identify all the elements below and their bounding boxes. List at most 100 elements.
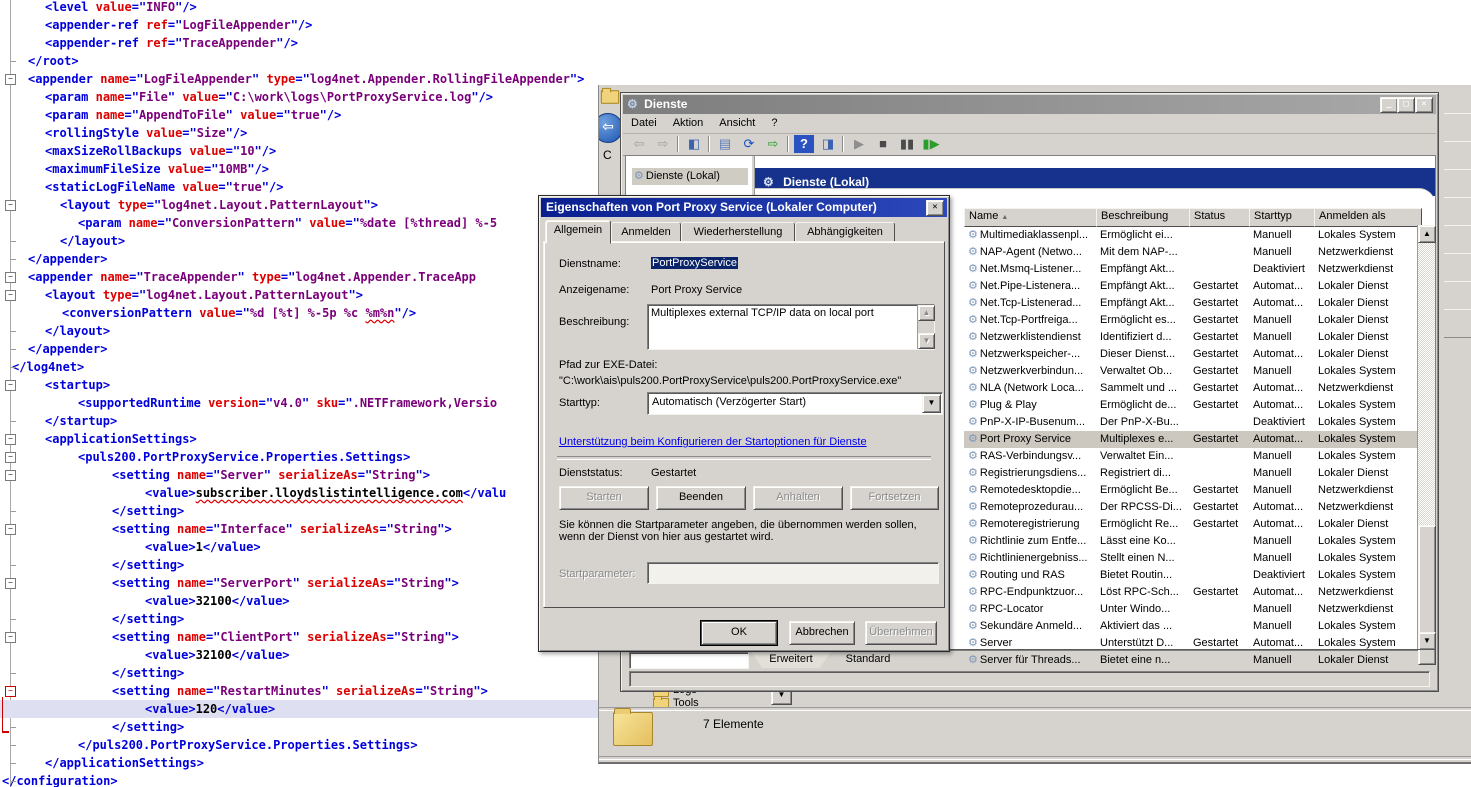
start-service-icon[interactable]: ▶: [849, 135, 869, 153]
table-row[interactable]: ⚙Sekundäre Anmeld...Aktiviert das ...Man…: [964, 618, 1418, 635]
stop-service-icon[interactable]: ■: [873, 135, 893, 153]
abbrechen-button[interactable]: Abbrechen: [789, 621, 855, 645]
table-row[interactable]: ⚙RPC-LocatorUnter Windo...ManuellNetzwer…: [964, 601, 1418, 618]
dialog-titlebar[interactable]: Eigenschaften von Port Proxy Service (Lo…: [541, 198, 947, 217]
menu-item-?[interactable]: ?: [763, 114, 785, 129]
table-cell: Gestartet: [1189, 431, 1249, 448]
scroll-down-icon[interactable]: ▼: [918, 333, 935, 349]
scroll-down-icon[interactable]: ▼: [1418, 632, 1436, 650]
tab-wiederherstellung[interactable]: Wiederherstellung: [681, 222, 795, 243]
restart-service-icon[interactable]: ▮▶: [921, 135, 941, 153]
fold-toggle-icon[interactable]: −: [5, 380, 16, 391]
table-row[interactable]: ⚙Net.Msmq-Listener...Empfängt Akt...Deak…: [964, 261, 1418, 278]
refresh-icon[interactable]: ⟳: [739, 135, 759, 153]
services-window-titlebar[interactable]: ⚙ Dienste _ □ ✕: [623, 95, 1436, 114]
service-gear-icon: ⚙: [968, 382, 978, 394]
tree-item-dienste-lokal[interactable]: ⚙Dienste (Lokal): [632, 168, 748, 185]
fold-toggle-icon[interactable]: −: [5, 434, 16, 445]
table-row[interactable]: ⚙NetzwerklistendienstIdentifiziert d...G…: [964, 329, 1418, 346]
table-cell: ⚙Net.Tcp-Portfreiga...: [964, 312, 1096, 329]
fold-toggle-icon[interactable]: −: [5, 632, 16, 643]
table-cell: Empfängt Akt...: [1096, 278, 1189, 295]
table-row[interactable]: ⚙NAP-Agent (Netwo...Mit dem NAP-...Manue…: [964, 244, 1418, 261]
chevron-down-icon[interactable]: ▼: [922, 394, 941, 413]
table-cell: Manuell: [1249, 601, 1314, 618]
ok-button[interactable]: OK: [701, 621, 777, 645]
show-console-tree-icon[interactable]: ◧: [684, 135, 704, 153]
table-row[interactable]: ⚙Net.Tcp-Listenerad...Empfängt Akt...Ges…: [964, 295, 1418, 312]
table-row[interactable]: ⚙Plug & PlayErmöglicht de...GestartetAut…: [964, 397, 1418, 414]
column-header-beschreibung[interactable]: Beschreibung: [1096, 208, 1193, 227]
table-row[interactable]: ⚙Richtlinie zum Entfe...Lässt eine Ko...…: [964, 533, 1418, 550]
service-gear-icon: ⚙: [968, 654, 978, 666]
table-cell: Lokaler Dienst: [1314, 278, 1418, 295]
table-row[interactable]: ⚙RPC-Endpunktzuor...Löst RPC-Sch...Gesta…: [964, 584, 1418, 601]
fold-toggle-icon[interactable]: −: [5, 74, 16, 85]
table-row[interactable]: ⚙Routing und RASBietet Routin...Deaktivi…: [964, 567, 1418, 584]
close-button[interactable]: ✕: [1415, 97, 1433, 113]
maximize-button[interactable]: □: [1397, 97, 1415, 113]
table-row[interactable]: ⚙RAS-Verbindungsv...Verwaltet Ein...Manu…: [964, 448, 1418, 465]
anhalten-button[interactable]: Anhalten: [753, 486, 843, 510]
column-header-name[interactable]: Name ▲: [964, 208, 1100, 227]
fold-toggle-icon[interactable]: −: [5, 200, 16, 211]
starten-button[interactable]: Starten: [559, 486, 649, 510]
table-row[interactable]: ⚙Netzwerkspeicher-...Dieser Dienst...Ges…: [964, 346, 1418, 363]
filter-field[interactable]: [629, 652, 749, 669]
tab-anmelden[interactable]: Anmelden: [611, 222, 681, 243]
starttyp-combobox[interactable]: Automatisch (Verzögerter Start) ▼: [647, 392, 943, 415]
column-header-anmeldenals[interactable]: Anmelden als: [1314, 208, 1422, 227]
fold-toggle-icon[interactable]: −: [5, 686, 16, 697]
properties-icon[interactable]: ▤: [715, 135, 735, 153]
fold-toggle-icon[interactable]: −: [5, 290, 16, 301]
table-row[interactable]: ⚙Richtlinienergebniss...Stellt einen N..…: [964, 550, 1418, 567]
fold-toggle-icon[interactable]: −: [5, 452, 16, 463]
export-list-icon[interactable]: ⇨: [763, 135, 783, 153]
startparameter-input[interactable]: [647, 562, 939, 584]
uebernehmen-button[interactable]: Übernehmen: [865, 621, 937, 645]
menu-item-datei[interactable]: Datei: [623, 114, 665, 129]
view-tab-standard[interactable]: Standard: [835, 651, 901, 668]
fortsetzen-button[interactable]: Fortsetzen: [850, 486, 939, 510]
table-row[interactable]: ⚙Netzwerkverbindun...Verwaltet Ob...Gest…: [964, 363, 1418, 380]
textarea-scrollbar[interactable]: ▲ ▼: [917, 305, 934, 349]
table-row[interactable]: ⚙NLA (Network Loca...Sammelt und ...Gest…: [964, 380, 1418, 397]
help-icon[interactable]: ?: [794, 135, 814, 153]
column-header-status[interactable]: Status: [1189, 208, 1253, 227]
back-icon[interactable]: ⇦: [629, 135, 649, 153]
extended-view-icon[interactable]: ◨: [818, 135, 838, 153]
vertical-scrollbar[interactable]: ▲ ▼: [1417, 225, 1435, 650]
table-cell: Manuell: [1249, 550, 1314, 567]
table-row[interactable]: ⚙Registrierungsdiens...Registriert di...…: [964, 465, 1418, 482]
table-cell: Lokales System: [1314, 414, 1418, 431]
fold-toggle-icon[interactable]: −: [5, 578, 16, 589]
table-row[interactable]: ⚙RemoteregistrierungErmöglicht Re...Gest…: [964, 516, 1418, 533]
table-row[interactable]: ⚙Remotedesktopdie...Ermöglicht Be...Gest…: [964, 482, 1418, 499]
beschreibung-textarea[interactable]: Multiplexes external TCP/IP data on loca…: [647, 304, 935, 350]
table-row[interactable]: ⚙Remoteprozedurau...Der RPCSS-Di...Gesta…: [964, 499, 1418, 516]
table-row[interactable]: ⚙Port Proxy ServiceMultiplexes e...Gesta…: [964, 431, 1418, 448]
fold-toggle-icon[interactable]: −: [5, 524, 16, 535]
tab-allgemein[interactable]: Allgemein: [545, 220, 611, 244]
tab-abhngigkeiten[interactable]: Abhängigkeiten: [795, 222, 895, 243]
column-header-starttyp[interactable]: Starttyp: [1249, 208, 1318, 227]
menu-item-aktion[interactable]: Aktion: [665, 114, 712, 129]
fold-toggle-icon[interactable]: −: [5, 272, 16, 283]
menu-item-ansicht[interactable]: Ansicht: [711, 114, 763, 129]
close-icon[interactable]: ✕: [926, 200, 944, 216]
pause-service-icon[interactable]: ▮▮: [897, 135, 917, 153]
table-row[interactable]: ⚙Multimediaklassenpl...Ermöglicht ei...M…: [964, 227, 1418, 244]
table-row[interactable]: ⚙Server für Threads...Bietet eine n...Ma…: [964, 652, 1418, 669]
table-row[interactable]: ⚙PnP-X-IP-Busenum...Der PnP-X-Bu...Deakt…: [964, 414, 1418, 431]
scroll-up-icon[interactable]: ▲: [1418, 225, 1436, 243]
table-cell: ⚙Net.Tcp-Listenerad...: [964, 295, 1096, 312]
view-tab-erweitert[interactable]: Erweitert: [751, 651, 831, 668]
minimize-button[interactable]: _: [1380, 97, 1398, 113]
scroll-up-icon[interactable]: ▲: [918, 305, 935, 321]
table-row[interactable]: ⚙Net.Tcp-Portfreiga...Ermöglicht es...Ge…: [964, 312, 1418, 329]
forward-icon[interactable]: ⇨: [653, 135, 673, 153]
table-row[interactable]: ⚙Net.Pipe-Listenera...Empfängt Akt...Ges…: [964, 278, 1418, 295]
startoptions-help-link[interactable]: Unterstützung beim Konfigurieren der Sta…: [559, 436, 867, 448]
fold-toggle-icon[interactable]: −: [5, 470, 16, 481]
beenden-button[interactable]: Beenden: [656, 486, 746, 510]
